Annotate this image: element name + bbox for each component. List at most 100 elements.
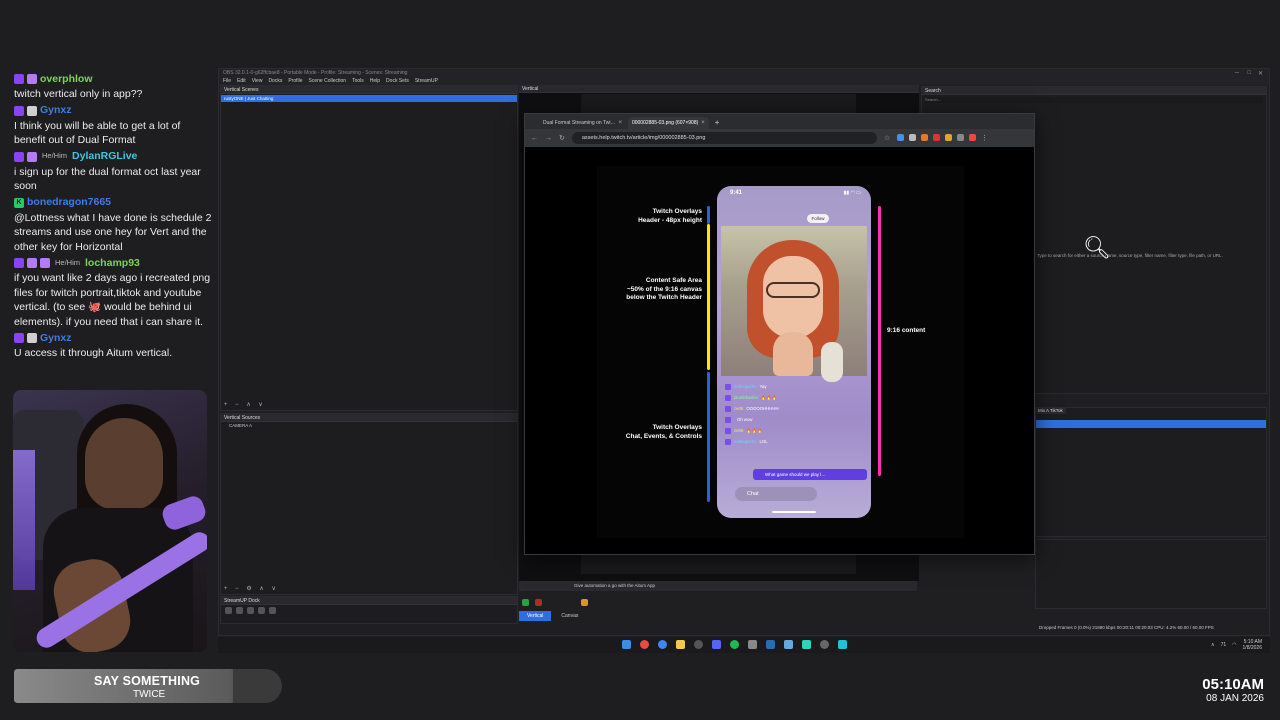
browser-tab-image[interactable]: 000002885-03.png (607×908) × — [627, 117, 709, 129]
sources-toolbar[interactable]: + − ⚙ ∧ ∨ — [224, 585, 279, 592]
close-tab-icon[interactable]: × — [618, 117, 622, 129]
phone-chat-text: LOL — [759, 439, 768, 444]
app-icon[interactable] — [802, 640, 811, 649]
maximize-icon[interactable]: □ — [1247, 70, 1251, 76]
scenes-toolbar[interactable]: + − ∧ ∨ — [224, 401, 266, 408]
settings-icon[interactable] — [820, 640, 829, 649]
tab-tiktok[interactable]: Mix A TikTok — [1035, 407, 1066, 414]
search-input[interactable]: Search... — [925, 97, 1263, 103]
twitch-badge-icon — [14, 258, 24, 268]
tab-vertical[interactable]: Vertical — [519, 611, 552, 621]
menu-item[interactable]: Dock Sets — [386, 77, 409, 85]
app-icon[interactable] — [748, 640, 757, 649]
obs-menubar: File Edit View Docks Profile Scene Collection… — [219, 77, 1269, 85]
follow-button[interactable]: Follow — [807, 214, 829, 223]
extension-icons: ⋮ — [897, 134, 988, 142]
tab-label: Dual Format Streaming on Twi… — [543, 120, 616, 126]
wifi-icon[interactable]: ◠ — [1232, 642, 1236, 648]
tray-clock[interactable]: 5:10 AM 1/8/2026 — [1243, 639, 1262, 651]
taskbar: ∧ 71 ◠ 5:10 AM 1/8/2026 — [218, 637, 1270, 653]
discord-icon[interactable] — [712, 640, 721, 649]
forward-icon[interactable]: → — [545, 135, 552, 142]
chat-username[interactable]: bonedragon7665 — [27, 195, 111, 210]
bookmark-star-icon[interactable]: ☆ — [884, 134, 890, 142]
page-content: Twitch Overlays Header - 48px height Con… — [525, 147, 1034, 554]
close-tab-icon[interactable]: × — [701, 117, 705, 129]
preview-title: Vertical — [519, 85, 919, 93]
streamup-btn-5[interactable] — [269, 607, 276, 614]
phone-time: 9:41 — [730, 190, 743, 196]
app-icon[interactable] — [838, 640, 847, 649]
menu-item[interactable]: Tools — [352, 77, 364, 85]
source-item-camera[interactable]: CAMERA A — [221, 422, 517, 430]
chat-message: overphlow twitch vertical only in app?? — [14, 71, 214, 102]
chat-username[interactable]: Gynxz — [40, 331, 72, 346]
menu-dots-icon[interactable]: ⋮ — [981, 134, 988, 142]
app-icon[interactable] — [766, 640, 775, 649]
aitum-banner[interactable]: Give automation a go with the Aitum App — [519, 581, 917, 591]
phone-chat-text: Yay — [759, 384, 767, 389]
menu-item[interactable]: StreamUP — [415, 77, 438, 85]
scene-item-active[interactable]: rustyONE | Just Chatting — [221, 95, 517, 102]
menu-item[interactable]: Profile — [288, 77, 302, 85]
browser-tab-dual-format[interactable]: Dual Format Streaming on Twi… × — [539, 117, 626, 129]
close-icon[interactable]: ✕ — [1258, 70, 1263, 77]
safe-area-bar — [707, 224, 710, 370]
menu-item[interactable]: View — [252, 77, 263, 85]
tab-canvas[interactable]: Canvas — [553, 611, 586, 621]
chat-message-text: I think you will be able to get a lot of… — [14, 119, 181, 147]
menu-item[interactable]: Help — [370, 77, 380, 85]
extension-icon[interactable] — [969, 134, 977, 141]
minimize-icon[interactable]: ─ — [1235, 70, 1239, 76]
record-btn[interactable] — [535, 599, 542, 606]
chat-username[interactable]: overphlow — [40, 72, 93, 87]
phone-status-icons: ▮▮ ◠ ▭ — [843, 190, 861, 196]
chat-username[interactable]: lochamp93 — [85, 256, 140, 271]
extension-icon[interactable] — [945, 134, 953, 141]
selected-row[interactable] — [1036, 420, 1266, 428]
menu-item[interactable]: Docks — [268, 77, 282, 85]
stream-btn[interactable] — [522, 599, 529, 606]
app-icon[interactable] — [784, 640, 793, 649]
phone-chat-user: plumbkaslex — [734, 395, 758, 400]
windows-start-icon[interactable] — [622, 640, 631, 649]
extension-icon[interactable] — [921, 134, 929, 141]
address-bar[interactable]: assets.help.twitch.tv/article/img/000002… — [571, 132, 877, 144]
tab-strip: Dual Format Streaming on Twi… × 000002885… — [525, 114, 1034, 129]
browser-icon[interactable] — [640, 640, 649, 649]
streamup-btn-3[interactable] — [247, 607, 254, 614]
badge-icon — [725, 394, 731, 401]
extension-icon[interactable] — [897, 134, 905, 141]
extension-icon[interactable] — [909, 134, 917, 141]
extension-icon[interactable] — [957, 134, 965, 141]
phone-chat-line: ze05 🔥🔥🔥 — [725, 425, 865, 436]
menu-item[interactable]: Scene Collection — [309, 77, 347, 85]
chat-message: Gynxz U access it through Aitum vertical. — [14, 330, 214, 361]
streamup-btn-1[interactable] — [225, 607, 232, 614]
menu-item[interactable]: File — [223, 77, 231, 85]
chat-username[interactable]: DylanRGLive — [72, 149, 137, 164]
emote-badge-icon — [40, 258, 50, 268]
chat-message-text: if you want like 2 days ago i recreated … — [14, 272, 211, 328]
streamup-btn-4[interactable] — [258, 607, 265, 614]
now-playing-widget: SAY SOMETHING TWICE — [14, 669, 282, 703]
phone-chat-text: 🔥🔥🔥 — [760, 394, 777, 400]
replay-btn[interactable] — [581, 599, 588, 606]
annotation-content: 9:16 content — [887, 327, 926, 334]
menu-item[interactable]: Edit — [237, 77, 246, 85]
new-tab-icon[interactable]: + — [711, 117, 724, 129]
obs-icon[interactable] — [694, 640, 703, 649]
led-lights — [13, 450, 35, 590]
tray-chevron-icon[interactable]: ∧ — [1211, 642, 1215, 648]
chrome-icon[interactable] — [658, 640, 667, 649]
extension-icon[interactable] — [933, 134, 941, 141]
back-icon[interactable]: ← — [531, 135, 538, 142]
scenes-dock: Vertical Scenes rustyONE | Just Chatting… — [220, 85, 518, 411]
folder-icon[interactable] — [676, 640, 685, 649]
chat-username[interactable]: Gynxz — [40, 103, 72, 118]
reload-icon[interactable]: ↻ — [559, 134, 565, 142]
streamup-btn-2[interactable] — [236, 607, 243, 614]
spotify-icon[interactable] — [730, 640, 739, 649]
stream-chat: overphlow twitch vertical only in app?? Gy… — [14, 71, 214, 362]
chat-message-header: He/Him lochamp93 — [14, 255, 214, 271]
